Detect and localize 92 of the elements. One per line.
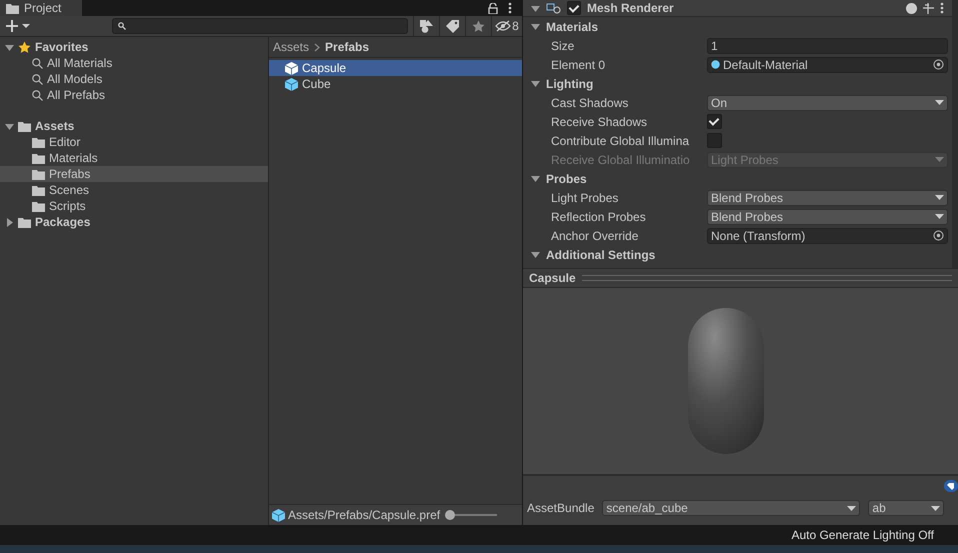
eye-slash-icon [495, 20, 512, 32]
enabled-checkbox[interactable] [567, 1, 581, 15]
component-title: Mesh Renderer [587, 1, 674, 15]
more-icon[interactable] [940, 2, 944, 14]
dropdown[interactable]: On [707, 94, 948, 110]
status-text: Auto Generate Lighting Off [791, 528, 934, 542]
asset-path: Assets/Prefabs/Capsule.pref [288, 508, 440, 522]
dropdown[interactable]: Blend Probes [707, 208, 948, 224]
property-label: Receive Global Illuminatio [551, 152, 691, 166]
property-label: Light Probes [551, 190, 620, 204]
property-label: Size [551, 38, 576, 52]
section-header: Probes [546, 172, 587, 186]
mesh-renderer-icon [546, 2, 561, 14]
property-label: Element 0 [551, 58, 606, 72]
property-label: Anchor Override [551, 228, 640, 242]
section-header: Additional Settings [546, 248, 656, 262]
asset-bundle-label: AssetBundle [527, 501, 594, 515]
text-field[interactable]: 1 [707, 38, 948, 54]
search-icon [118, 22, 126, 30]
tree-item[interactable]: Scenes [49, 183, 90, 197]
expander-arrow-icon[interactable] [5, 218, 14, 226]
target-icon[interactable] [933, 230, 944, 241]
lock-icon[interactable] [488, 2, 498, 14]
favorites-label[interactable]: Favorites [35, 40, 88, 54]
file-item[interactable]: Capsule [269, 60, 522, 76]
caret-icon [935, 100, 944, 105]
section-header: Materials [546, 20, 598, 34]
property-label: Receive Shadows [551, 114, 648, 128]
sphere-icon [711, 60, 720, 69]
breadcrumb-item[interactable]: Prefabs [325, 40, 370, 54]
star-icon [18, 40, 31, 54]
shapes-icon [420, 20, 433, 32]
folder-icon [32, 136, 45, 148]
search-icon [32, 58, 43, 68]
target-icon[interactable] [933, 59, 944, 70]
cube-icon [285, 78, 298, 90]
checkbox[interactable] [707, 133, 722, 148]
folder-icon [32, 168, 45, 180]
cube-icon [285, 62, 298, 74]
folder-icon [32, 184, 45, 196]
object-field[interactable]: None (Transform) [707, 228, 948, 244]
more-icon[interactable] [508, 2, 512, 14]
favorite-item[interactable]: All Prefabs [47, 88, 106, 102]
property-label: Reflection Probes [551, 210, 647, 224]
star-icon [472, 20, 485, 32]
caret-icon [935, 214, 944, 219]
tree-item[interactable]: Packages [35, 215, 90, 229]
project-tab[interactable]: Project [0, 0, 82, 16]
tree-item[interactable]: Assets [35, 119, 74, 133]
cube-icon [272, 508, 285, 522]
caret-icon [935, 195, 944, 200]
preview-title: Capsule [529, 271, 576, 285]
tree-item[interactable]: Prefabs [49, 167, 90, 181]
caret-icon [935, 157, 944, 162]
bundle-variant-dropdown[interactable]: ab [868, 500, 944, 516]
expanded-arrow-icon[interactable] [531, 250, 540, 259]
zoom-slider[interactable] [445, 510, 498, 520]
caret-icon [847, 506, 856, 510]
expanded-arrow-icon[interactable] [531, 4, 540, 12]
tag-icon [446, 20, 459, 32]
expanded-arrow-icon[interactable] [531, 22, 540, 31]
tree-item[interactable]: Scripts [49, 199, 86, 213]
checkbox[interactable] [707, 114, 722, 129]
dropdown[interactable]: Blend Probes [707, 190, 948, 206]
folder-icon [18, 120, 31, 132]
tag-icon[interactable] [944, 480, 958, 492]
expanded-arrow-icon[interactable] [5, 42, 14, 52]
caret-icon [931, 506, 940, 510]
bundle-name-dropdown[interactable]: scene/ab_cube [602, 500, 860, 516]
expanded-arrow-icon[interactable] [531, 174, 540, 183]
search-icon [32, 74, 43, 84]
property-label: Contribute Global Illumina [551, 134, 690, 148]
tree-item[interactable]: Editor [49, 135, 80, 149]
breadcrumb-item[interactable]: Assets [273, 40, 310, 54]
search-icon [32, 90, 43, 100]
favorite-item[interactable]: All Models [47, 72, 102, 86]
folder-icon [32, 152, 45, 164]
folder-icon [6, 2, 19, 14]
tree-item[interactable]: Materials [49, 151, 98, 165]
object-field[interactable]: Default-Material [707, 56, 948, 72]
expander-arrow-icon[interactable] [5, 122, 14, 130]
file-item[interactable]: Cube [269, 76, 522, 92]
folder-icon [18, 216, 31, 228]
folder-icon [32, 200, 45, 212]
favorite-item[interactable]: All Materials [47, 56, 112, 70]
chevron-right-icon [314, 42, 320, 52]
search-field[interactable] [112, 18, 408, 34]
expanded-arrow-icon[interactable] [531, 79, 540, 88]
add-dropdown-icon[interactable] [6, 20, 32, 32]
hidden-packages-button[interactable]: 8 [491, 16, 522, 36]
property-label: Cast Shadows [551, 96, 630, 110]
section-header: Lighting [546, 76, 594, 90]
